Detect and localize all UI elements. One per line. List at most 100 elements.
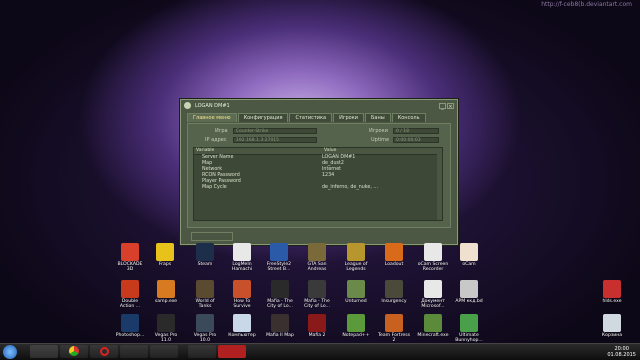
desktop-shortcut[interactable]: Notepad++: [340, 314, 372, 338]
shortcut-label: Mafia 2: [308, 333, 326, 338]
shortcut-icon: [196, 280, 214, 298]
tab-main-menu[interactable]: Главное меню: [187, 113, 237, 122]
shortcut-icon: [347, 243, 365, 261]
shortcut-icon: [196, 243, 214, 261]
server-variables-table[interactable]: Variable Value Server Name LOGAN DM#1 Map…: [193, 147, 443, 221]
shortcut-icon: [196, 314, 214, 332]
table-scrollbar[interactable]: [437, 154, 442, 220]
shortcut-icon: [233, 243, 251, 261]
tab-players[interactable]: Игроки: [333, 113, 364, 122]
desktop-shortcut[interactable]: Vegas Pro 10.0: [189, 314, 221, 343]
shortcut-label: LogMeIn Hamachi: [231, 262, 253, 272]
dialog-titlebar[interactable]: LOGAN DM#1 _ ×: [181, 100, 457, 111]
desktop-shortcut[interactable]: Корзина: [596, 314, 628, 338]
desktop-shortcut[interactable]: Ultimate Bunnyhop...: [453, 314, 485, 343]
uptime-field: 0:00:00:03: [393, 137, 439, 143]
shortcut-label: Vegas Pro 10.0: [193, 333, 217, 343]
shortcut-icon: [121, 314, 139, 332]
shortcut-label: Ultimate Bunnyhop...: [455, 333, 483, 343]
taskbar-app[interactable]: [150, 345, 178, 358]
start-button[interactable]: [3, 345, 17, 359]
desktop-shortcut[interactable]: Minecraft.exe: [417, 314, 449, 338]
tab-statistics[interactable]: Статистика: [289, 113, 333, 122]
desktop-shortcut[interactable]: Документ Microsof...: [417, 280, 449, 309]
shortcut-icon: [233, 314, 251, 332]
shortcut-icon: [308, 314, 326, 332]
shortcut-label: GTA San Andreas: [307, 262, 327, 272]
shortcut-label: Notepad++: [342, 333, 370, 338]
shortcut-icon: [603, 314, 621, 332]
desktop-shortcut[interactable]: Vegas Pro 11.0: [150, 314, 182, 343]
desktop-shortcut[interactable]: hlds.exe: [596, 280, 628, 304]
shortcut-icon: [424, 243, 442, 261]
shortcut-label: Компьютер: [228, 333, 256, 338]
desktop-shortcut[interactable]: oCam Screen Recorder: [417, 243, 449, 272]
desktop-shortcut[interactable]: Fraps: [149, 243, 181, 267]
shortcut-label: hlds.exe: [602, 299, 622, 304]
desktop-shortcut[interactable]: League of Legends: [340, 243, 372, 272]
desktop-shortcut[interactable]: Double Action ...: [114, 280, 146, 309]
desktop-shortcut[interactable]: Mafia - The City of Lo...: [301, 280, 333, 309]
shortcut-icon: [424, 314, 442, 332]
desktop-shortcut[interactable]: FreeStyle2 Street B...: [263, 243, 295, 272]
desktop-shortcut[interactable]: Team Fortress 2: [378, 314, 410, 343]
shortcut-icon: [460, 280, 478, 298]
desktop-shortcut[interactable]: Insurgency: [378, 280, 410, 304]
shortcut-icon: [347, 280, 365, 298]
desktop-shortcut[interactable]: Mafia - The City of Lo...: [264, 280, 296, 309]
desktop-shortcut[interactable]: LogMeIn Hamachi: [226, 243, 258, 272]
taskbar-opera[interactable]: [90, 345, 118, 358]
desktop-shortcut[interactable]: Photoshop...: [114, 314, 146, 338]
shortcut-label: Vegas Pro 11.0: [154, 333, 178, 343]
shortcut-icon: [347, 314, 365, 332]
minimize-button[interactable]: _: [439, 102, 446, 110]
system-clock[interactable]: 20:00 01.08.2015: [607, 346, 636, 358]
shortcut-icon: [308, 280, 326, 298]
desktop-shortcut[interactable]: How To Survive: [226, 280, 258, 309]
uptime-label: Uptime: [371, 137, 390, 143]
watermark-text: http://f-ceb8(b.deviantart.com: [541, 1, 632, 8]
cell-value: de_inferno, de_nuke, ...: [322, 185, 378, 190]
ip-label: IP адрес: [205, 137, 227, 143]
table-row[interactable]: Map Cycle de_inferno, de_nuke, ...: [194, 185, 442, 191]
desktop-shortcut[interactable]: GTA San Andreas: [301, 243, 333, 272]
desktop-shortcut[interactable]: World of Tanks: [189, 280, 221, 309]
column-variable[interactable]: Variable: [194, 148, 322, 154]
tab-console[interactable]: Консоль: [391, 113, 426, 122]
desktop-shortcut[interactable]: Steam: [189, 243, 221, 267]
taskbar-app[interactable]: [188, 345, 216, 358]
shortcut-label: Loadout: [384, 262, 404, 267]
desktop-shortcut[interactable]: Unturned: [340, 280, 372, 304]
desktop-shortcut[interactable]: АРМ ккд.bd: [453, 280, 485, 304]
shortcut-label: World of Tanks: [195, 299, 215, 309]
table-header: Variable Value: [194, 148, 442, 155]
shortcut-label: Mafia II Map: [266, 333, 294, 338]
tab-bar: Главное меню Конфигурация Статистика Игр…: [187, 113, 457, 122]
shortcut-icon: [156, 243, 174, 261]
players-field: 0 / 18: [393, 128, 439, 134]
ip-field[interactable]: 192.168.1.3:27015: [233, 137, 317, 143]
column-value[interactable]: Value: [322, 148, 442, 154]
desktop-shortcut[interactable]: samp.exe: [150, 280, 182, 304]
game-field[interactable]: Counter-Strike: [233, 128, 317, 134]
shortcut-label: samp.exe: [154, 299, 178, 304]
desktop-shortcut[interactable]: Loadout: [378, 243, 410, 267]
taskbar-app[interactable]: [120, 345, 148, 358]
taskbar-chrome[interactable]: [60, 345, 88, 358]
close-button[interactable]: ×: [447, 102, 454, 110]
server-dialog: LOGAN DM#1 _ × Главное меню Конфигурация…: [180, 99, 458, 245]
desktop-shortcut[interactable]: Mafia II Map: [264, 314, 296, 338]
shortcut-label: Team Fortress 2: [378, 333, 410, 343]
desktop-shortcut[interactable]: oCam: [453, 243, 485, 267]
players-label: Игроки: [369, 128, 388, 134]
shortcut-icon: [385, 280, 403, 298]
start-server-button[interactable]: [191, 232, 233, 241]
desktop-shortcut[interactable]: Компьютер: [226, 314, 258, 338]
dialog-title: LOGAN DM#1: [195, 102, 230, 109]
tab-bans[interactable]: Баны: [364, 113, 391, 122]
desktop-shortcut[interactable]: Mafia 2: [301, 314, 333, 338]
desktop-shortcut[interactable]: BLOCKADE 3D: [114, 243, 146, 272]
taskbar-explorer[interactable]: [30, 345, 58, 358]
tab-configuration[interactable]: Конфигурация: [237, 113, 289, 122]
taskbar-app[interactable]: [218, 345, 246, 358]
